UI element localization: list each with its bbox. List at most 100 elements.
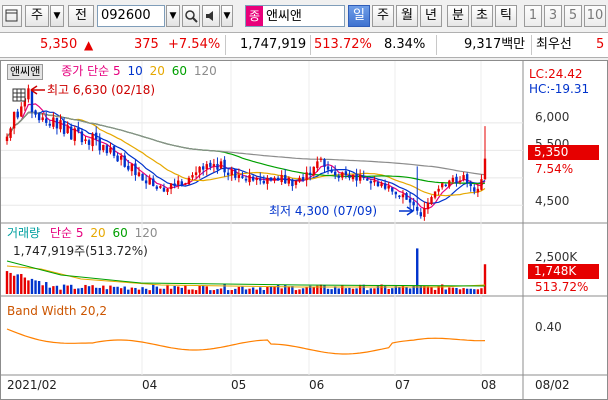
crosshair-grid-icon[interactable]	[12, 88, 26, 102]
stock-code-input[interactable]: 092600	[97, 5, 165, 27]
bandwidth-series	[6, 328, 486, 355]
candle-body	[473, 187, 476, 192]
minute-3-button[interactable]: 3	[544, 5, 562, 27]
chart-type-button[interactable]: 주	[25, 5, 49, 27]
volume-bar	[191, 289, 194, 294]
volume-bar	[480, 288, 483, 294]
stock-name-field[interactable]: 종 앤씨앤	[245, 5, 345, 27]
candle-body	[73, 128, 76, 141]
candle-body	[20, 106, 23, 117]
volume-bar	[173, 285, 176, 294]
x-label-08: 08	[481, 378, 497, 392]
candle-body	[119, 155, 123, 160]
x-label-08-02: 08/02	[535, 378, 570, 392]
volume-bar	[5, 271, 9, 294]
divider	[436, 35, 437, 55]
bandwidth-line	[6, 328, 486, 355]
volume-bar	[259, 287, 262, 294]
high-price-note: 최고 6,630 (02/18)	[47, 83, 156, 97]
candle-body	[440, 183, 444, 188]
vol-ma-legend-60: 60	[112, 226, 128, 240]
period-year-button[interactable]: 년	[420, 5, 442, 27]
volume-bar	[27, 280, 30, 294]
price-panel-header: 앤씨앤 종가 단순 5 10 20 60 120	[7, 64, 217, 80]
candle-body	[41, 117, 44, 121]
volume-bar	[455, 287, 458, 294]
volume-bar	[230, 290, 233, 294]
candle-body	[244, 178, 248, 181]
candle-body	[398, 195, 401, 198]
candle-body	[5, 136, 9, 142]
current-volume-label: 1,747,919주(513.72%)	[13, 244, 148, 258]
market-button[interactable]: 전	[68, 5, 94, 27]
candle-body	[184, 183, 187, 185]
stock-badge: 종	[246, 6, 263, 26]
candle-body	[98, 138, 101, 151]
period-week-button[interactable]: 주	[372, 5, 394, 27]
chart-window-icon[interactable]	[2, 5, 22, 27]
magnifier-icon[interactable]	[182, 5, 200, 27]
volume-bar	[12, 275, 16, 294]
chart-type-dropdown[interactable]: ▼	[50, 5, 64, 27]
volume-bar	[187, 289, 191, 294]
volume-bar	[123, 286, 126, 294]
stock-code-dropdown[interactable]: ▼	[166, 5, 180, 27]
volume-bar	[369, 288, 373, 294]
x-label-07: 07	[395, 378, 411, 392]
volume-bar	[326, 288, 330, 294]
chart-toolbar: 주 ▼ 전 092600 ▼ ▼ 종 앤씨앤 일 주 월 년 분 초 틱 1 3 …	[0, 4, 608, 30]
priority-value: 5	[596, 37, 605, 52]
period-tick-button[interactable]: 틱	[495, 5, 517, 27]
candle-body	[162, 187, 166, 192]
volume-bar	[91, 285, 94, 294]
minute-5-button[interactable]: 5	[564, 5, 582, 27]
period-minute-button[interactable]: 분	[447, 5, 469, 27]
candle-body	[248, 175, 251, 183]
current-volume-ratio: 513.72%	[535, 280, 589, 294]
period-second-button[interactable]: 초	[471, 5, 493, 27]
volume-bar	[37, 280, 41, 294]
candle-body	[70, 126, 73, 140]
candle-body	[255, 177, 258, 181]
volume-bar	[198, 285, 201, 294]
period-month-button[interactable]: 월	[396, 5, 418, 27]
moving-average-lines	[6, 103, 486, 210]
volume-bar	[348, 287, 351, 294]
minute-1-button[interactable]: 1	[524, 5, 542, 27]
period-day-button[interactable]: 일	[348, 5, 370, 27]
volume-bar	[130, 287, 134, 294]
candle-body	[376, 182, 380, 187]
candle-body	[280, 175, 283, 183]
x-label-06: 06	[309, 378, 325, 392]
volume-bar	[269, 286, 273, 294]
volume-bar	[148, 290, 151, 294]
volume-bar	[180, 287, 183, 294]
volume-bar	[105, 289, 109, 294]
stock-tag[interactable]: 앤씨앤	[7, 64, 44, 80]
speaker-icon[interactable]	[202, 5, 220, 27]
candle-body	[269, 177, 273, 181]
volume-bar	[137, 289, 141, 294]
candle-body	[141, 173, 144, 181]
volume-bar	[216, 289, 219, 294]
volume-bar	[48, 287, 52, 294]
candle-body	[66, 125, 69, 134]
volume-bar	[98, 287, 101, 294]
ma-legend-5: 5	[113, 64, 121, 78]
chart-area[interactable]: 앤씨앤 종가 단순 5 10 20 60 120 최고 6,630 (02/18…	[0, 60, 608, 400]
volume-bar	[430, 286, 433, 294]
candle-body	[155, 186, 159, 189]
volume-bar	[362, 284, 365, 294]
candle-body	[419, 212, 422, 217]
sound-dropdown[interactable]: ▼	[221, 5, 233, 27]
stock-chart-window: 주 ▼ 전 092600 ▼ ▼ 종 앤씨앤 일 주 월 년 분 초 틱 1 3 …	[0, 0, 608, 400]
candle-body	[187, 177, 191, 185]
candle-body	[134, 163, 137, 176]
candle-body	[344, 171, 348, 176]
price-tick-6000: 6,000	[535, 110, 570, 124]
volume-bar	[262, 289, 266, 294]
minute-10-button[interactable]: 10	[584, 5, 606, 27]
candle-body	[234, 168, 237, 178]
volume-bar	[45, 282, 48, 294]
candle-body	[348, 174, 351, 178]
